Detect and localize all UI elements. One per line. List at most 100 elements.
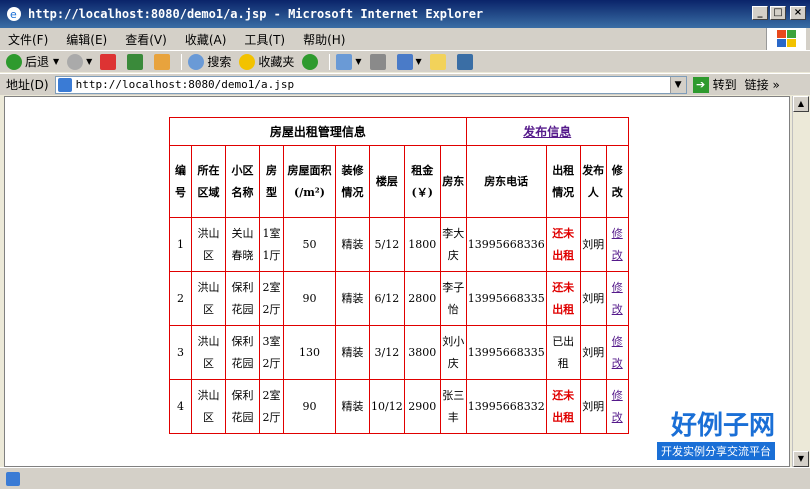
search-icon [188,53,205,70]
cell-rent: 2900 [403,379,441,434]
links-button[interactable]: 链接 » [745,76,780,93]
address-dropdown-icon[interactable]: ▼ [669,76,686,93]
header-id: 编号 [169,145,192,218]
site-watermark: 好例子网 开发实例分享交流平台 [657,405,775,460]
vertical-scrollbar[interactable]: ▲ ▼ [792,96,809,467]
header-row: 编号 所在区域 小区名称 房型 房屋面积(/m²) 装修情况 楼层 租金(￥) … [169,145,629,218]
menu-help[interactable]: 帮助(H) [303,31,345,48]
messenger-button[interactable] [456,53,476,70]
cell-rent: 2800 [403,271,441,326]
cell-id: 2 [169,271,192,326]
header-edit: 修改 [605,145,629,218]
edit-page-button[interactable]: ▼ [396,53,422,70]
address-input[interactable]: http://localhost:8080/demo1/a.jsp ▼ [54,75,687,94]
toolbar-separator [181,53,183,70]
media-icon [302,53,319,70]
cell-type: 3室2厅 [259,325,284,380]
refresh-button[interactable] [127,53,146,70]
cell-publisher: 刘明 [579,217,607,272]
menu-edit[interactable]: 编辑(E) [66,31,107,48]
favorites-button[interactable]: 收藏夹 [239,53,294,70]
edit-icon [396,53,413,70]
page-icon [57,77,72,92]
back-button[interactable]: 后退 ▼ [6,53,59,70]
cell-owner: 刘小庆 [439,325,467,380]
menu-view[interactable]: 查看(V) [125,31,167,48]
table-row: 1 洪山区 关山春晓 1室1厅 50 精装 5/12 1800 李大庆 1399… [169,217,629,272]
table-row: 3 洪山区 保利花园 3室2厅 130 精装 3/12 3800 刘小庆 139… [169,325,629,380]
forward-button[interactable]: ▼ [67,53,92,70]
minimize-button[interactable]: _ [752,6,768,20]
cell-size: 90 [283,379,336,434]
cell-floor: 3/12 [369,325,405,380]
cell-floor: 6/12 [369,271,405,326]
cell-rent: 3800 [403,325,441,380]
header-community: 小区名称 [225,145,260,218]
cell-type: 2室2厅 [259,379,284,434]
edit-link[interactable]: 修改 [612,389,623,424]
svg-text:e: e [10,8,17,21]
edit-link[interactable]: 修改 [612,227,623,262]
maximize-button[interactable]: □ [770,6,786,20]
cell-community: 保利花园 [225,271,260,326]
table-row: 4 洪山区 保利花园 2室2厅 90 精装 10/12 2900 张三丰 139… [169,379,629,434]
home-button[interactable] [154,53,173,70]
menu-tools[interactable]: 工具(T) [244,31,285,48]
header-size: 房屋面积(/m²) [283,145,336,218]
mail-icon [336,53,353,70]
go-arrow-icon: ➔ [692,76,709,93]
windows-logo-icon [766,28,806,50]
refresh-icon [127,53,144,70]
scroll-down-icon[interactable]: ▼ [793,451,809,467]
toolbar-separator [329,53,331,70]
cell-status: 已出租 [545,325,581,380]
folder-button[interactable] [429,53,449,70]
header-publisher: 发布人 [579,145,607,218]
scroll-up-icon[interactable]: ▲ [793,96,809,112]
cell-id: 3 [169,325,192,380]
cell-id: 1 [169,217,192,272]
toolbar: 后退 ▼ ▼ 搜索 收藏夹 ▼ ▼ [0,50,810,72]
close-button[interactable]: × [790,6,806,20]
header-status: 出租情况 [545,145,581,218]
cell-area: 洪山区 [191,271,226,326]
edit-link[interactable]: 修改 [612,281,623,316]
cell-owner: 李子怡 [439,271,467,326]
window-controls: _ □ × [752,6,806,20]
search-button[interactable]: 搜索 [188,53,231,70]
menu-favorites[interactable]: 收藏(A) [185,31,227,48]
cell-area: 洪山区 [191,217,226,272]
cell-status: 还未出租 [545,217,581,272]
cell-decor: 精装 [335,217,370,272]
print-button[interactable] [369,53,389,70]
go-button[interactable]: ➔ 转到 [692,76,737,93]
edit-link[interactable]: 修改 [612,335,623,370]
rental-table: 房屋出租管理信息 发布信息 编号 所在区域 小区名称 房型 房屋面积(/m²) … [169,117,629,434]
watermark-logo: 好例子网 [670,411,775,441]
menu-file[interactable]: 文件(F) [8,31,48,48]
cell-community: 保利花园 [225,325,260,380]
header-type: 房型 [259,145,284,218]
star-icon [239,53,256,70]
mail-button[interactable]: ▼ [336,53,362,70]
address-url: http://localhost:8080/demo1/a.jsp [75,78,295,91]
cell-publisher: 刘明 [579,379,607,434]
cell-type: 1室1厅 [259,217,284,272]
cell-status: 还未出租 [545,271,581,326]
address-bar: 地址(D) http://localhost:8080/demo1/a.jsp … [0,73,810,95]
printer-icon [369,53,386,70]
forward-arrow-icon [67,53,84,70]
stop-icon [100,53,117,70]
publish-link[interactable]: 发布信息 [523,125,571,139]
cell-floor: 10/12 [369,379,405,434]
address-label: 地址(D) [6,78,49,92]
cell-id: 4 [169,379,192,434]
cell-rent: 1800 [403,217,441,272]
title-bar: e http://localhost:8080/demo1/a.jsp - Mi… [0,0,810,28]
cell-owner: 李大庆 [439,217,467,272]
cell-size: 130 [283,325,336,380]
stop-button[interactable] [100,53,119,70]
media-button[interactable] [302,53,321,70]
window-title: http://localhost:8080/demo1/a.jsp - Micr… [28,7,484,21]
cell-size: 50 [283,217,336,272]
